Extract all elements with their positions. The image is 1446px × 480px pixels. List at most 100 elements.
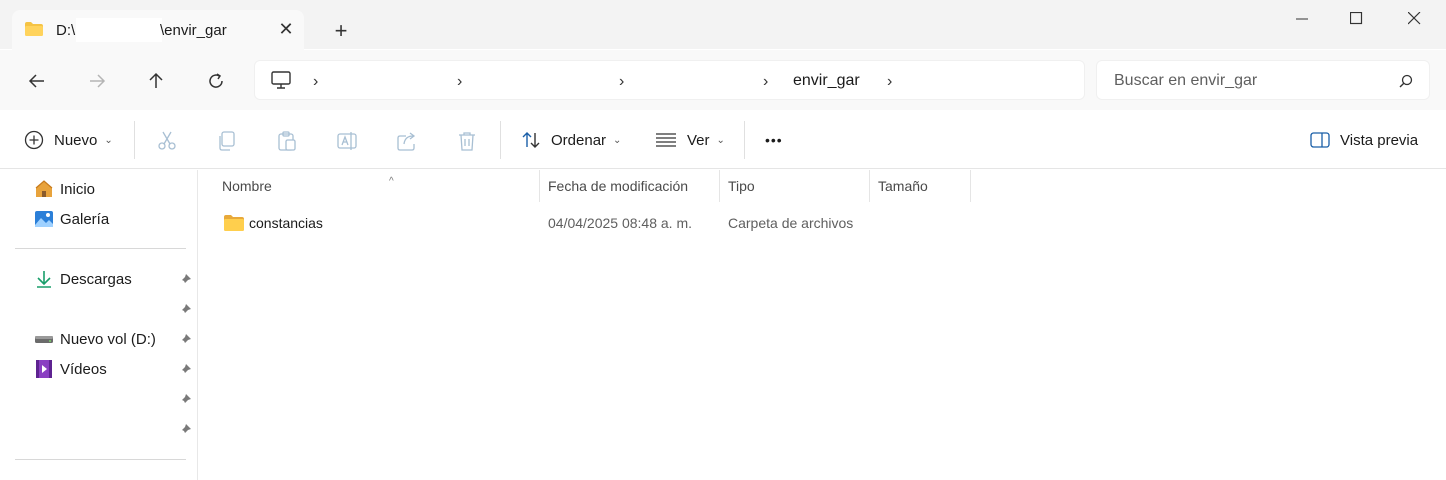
minimize-icon xyxy=(1296,18,1308,20)
share-icon[interactable] xyxy=(396,130,418,152)
pin-icon[interactable] xyxy=(178,333,192,347)
rename-icon[interactable] xyxy=(336,130,358,152)
search-box[interactable]: Buscar en envir_gar xyxy=(1096,60,1430,100)
view-list-icon xyxy=(656,133,676,147)
chevron-down-icon: ⌄ xyxy=(104,134,113,146)
refresh-icon xyxy=(209,73,223,88)
column-header-label: Fecha de modificación xyxy=(548,178,689,194)
sidebar-item-label: Descargas xyxy=(60,270,132,288)
sidebar-item-drive-d[interactable]: Nuevo vol (D:) xyxy=(34,328,156,350)
sort-icon xyxy=(522,132,540,148)
plus-circle-icon xyxy=(24,130,44,150)
copy-icon[interactable] xyxy=(216,130,238,152)
arrow-up-icon xyxy=(149,72,163,88)
cut-icon[interactable] xyxy=(156,130,178,152)
drive-icon xyxy=(35,336,53,343)
videos-icon xyxy=(36,360,52,378)
breadcrumb-chevron[interactable]: › xyxy=(619,73,624,91)
up-button[interactable] xyxy=(139,64,171,96)
search-icon xyxy=(1399,74,1413,88)
home-icon xyxy=(35,180,53,197)
breadcrumb-chevron[interactable]: › xyxy=(887,73,892,91)
download-icon xyxy=(37,271,51,288)
sort-ascending-icon: ^ xyxy=(389,176,394,187)
forward-button[interactable] xyxy=(80,64,112,96)
breadcrumb-chevron[interactable]: › xyxy=(313,73,318,91)
redacted-crumb[interactable] xyxy=(641,65,749,95)
close-tab-button[interactable]: ✕ xyxy=(276,19,296,39)
toolbar-divider xyxy=(500,121,501,159)
tab-title-suffix: \envir_gar xyxy=(160,22,227,39)
preview-label: Vista previa xyxy=(1340,131,1419,149)
refresh-button[interactable] xyxy=(199,64,231,96)
column-header-type[interactable]: Tipo xyxy=(720,170,870,202)
sidebar-item-label: Nuevo vol (D:) xyxy=(60,330,156,348)
arrow-left-icon xyxy=(28,74,44,88)
tab-active[interactable]: D:\ \envir_gar ✕ xyxy=(12,10,304,50)
column-header-modified[interactable]: Fecha de modificación xyxy=(540,170,720,202)
close-window-button[interactable] xyxy=(1392,4,1438,34)
pin-icon[interactable] xyxy=(178,393,192,407)
redacted-crumb[interactable] xyxy=(479,65,607,95)
more-options-button[interactable]: ••• xyxy=(765,125,783,155)
file-modified: 04/04/2025 08:48 a. m. xyxy=(548,215,692,231)
pin-icon[interactable] xyxy=(178,303,192,317)
gallery-icon xyxy=(35,211,53,227)
sidebar-item-downloads[interactable]: Descargas xyxy=(34,268,132,290)
minimize-button[interactable] xyxy=(1280,4,1326,34)
address-bar[interactable]: › › › › envir_gar › xyxy=(254,60,1085,100)
folder-icon xyxy=(224,215,244,231)
toolbar-divider xyxy=(744,121,745,159)
close-icon xyxy=(1408,12,1421,25)
paste-icon[interactable] xyxy=(276,130,298,152)
tab-title-prefix: D:\ xyxy=(56,22,76,39)
folder-icon xyxy=(25,22,43,36)
pin-icon[interactable] xyxy=(178,423,192,437)
pin-icon[interactable] xyxy=(178,363,192,377)
chevron-down-icon: ⌄ xyxy=(716,134,725,146)
sidebar-item-home[interactable]: Inicio xyxy=(34,178,95,200)
redacted-crumb[interactable] xyxy=(337,65,441,95)
new-label: Nuevo xyxy=(54,131,98,149)
pin-icon[interactable] xyxy=(178,273,192,287)
breadcrumb-current[interactable]: envir_gar xyxy=(793,72,860,90)
column-header-label: Tamaño xyxy=(878,178,928,194)
sidebar-item-gallery[interactable]: Galería xyxy=(34,208,109,230)
column-header-name[interactable]: Nombre ^ xyxy=(214,170,540,202)
sidebar-divider xyxy=(15,248,186,249)
file-type: Carpeta de archivos xyxy=(728,215,854,231)
back-button[interactable] xyxy=(20,64,52,96)
sidebar-item-videos[interactable]: Vídeos xyxy=(34,358,107,380)
table-row[interactable]: constancias 04/04/2025 08:48 a. m. Carpe… xyxy=(199,210,1446,238)
breadcrumb-chevron[interactable]: › xyxy=(763,73,768,91)
sidebar-item-label: Inicio xyxy=(60,180,96,198)
breadcrumb-chevron[interactable]: › xyxy=(457,73,462,91)
sidebar-divider xyxy=(15,459,186,460)
view-label: Ver xyxy=(687,131,710,149)
search-input[interactable]: Buscar en envir_gar xyxy=(1114,72,1257,90)
redacted-path xyxy=(76,18,162,42)
command-bar: Nuevo ⌄ Ordenar ⌄ Ver ⌄ ••• Vista previa xyxy=(0,111,1446,169)
sort-label: Ordenar xyxy=(551,131,607,149)
column-header-size[interactable]: Tamaño xyxy=(870,170,971,202)
view-button[interactable]: Ver ⌄ xyxy=(655,125,725,155)
chevron-down-icon: ⌄ xyxy=(613,134,622,146)
arrow-right-icon xyxy=(90,74,106,88)
sidebar-item-label: Galería xyxy=(60,210,110,228)
preview-pane-icon xyxy=(1310,132,1330,148)
delete-icon[interactable] xyxy=(456,130,478,152)
sidebar-item-label: Vídeos xyxy=(60,360,107,378)
maximize-button[interactable] xyxy=(1334,4,1380,34)
toolbar-divider xyxy=(134,121,135,159)
new-button[interactable]: Nuevo ⌄ xyxy=(24,125,113,155)
file-list: Nombre ^ Fecha de modificación Tipo Tama… xyxy=(199,170,1446,480)
navigation-pane: Inicio Galería Descargas Nuevo vol (D:) xyxy=(0,170,198,480)
new-tab-button[interactable]: + xyxy=(330,20,352,42)
file-name: constancias xyxy=(249,215,323,231)
preview-pane-button[interactable]: Vista previa xyxy=(1310,125,1418,155)
navigation-bar: › › › › envir_gar › Buscar en envir_gar xyxy=(0,50,1446,110)
sort-button[interactable]: Ordenar ⌄ xyxy=(521,125,621,155)
maximize-icon xyxy=(1350,12,1363,25)
computer-icon xyxy=(271,71,291,89)
column-header-label: Nombre xyxy=(222,178,272,194)
